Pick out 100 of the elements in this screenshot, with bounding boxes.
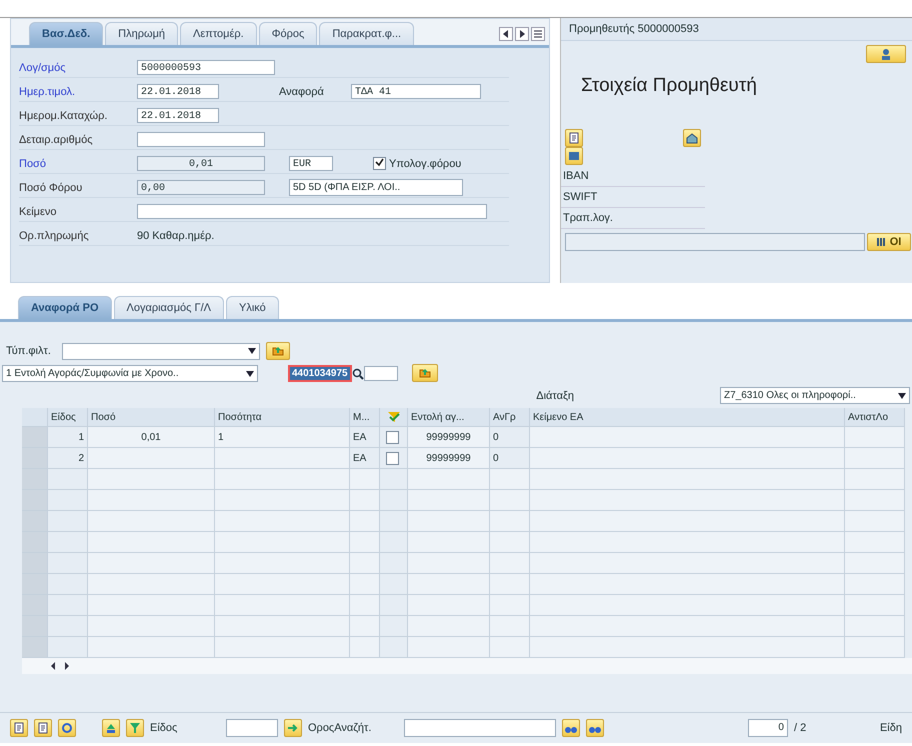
field-label: Ποσό Φόρου [19,182,84,194]
caret-icon[interactable] [246,370,254,376]
horizontal-scrollbar[interactable] [22,658,912,674]
table-cell: 99999999 [408,448,490,469]
table-cell: 99999999 [408,427,490,448]
field-label: Δεταιρ.αριθμός [19,134,94,146]
tab[interactable]: Υλικό [226,296,279,319]
filter-icon[interactable] [386,411,400,423]
tab[interactable]: Λεπτομέρ. [180,22,257,45]
date-field[interactable]: 22.01.2018 [137,108,219,123]
field-value: 90 Καθαρ.ημέρ. [137,230,214,242]
table-cell [490,574,530,595]
tab[interactable]: Αναφορά PO [18,296,112,319]
input-field[interactable] [565,233,865,251]
tab[interactable]: Παρακρατ.φ... [319,22,414,45]
columns-icon [876,237,887,247]
field-label: Είδη [880,722,902,734]
table-cell [350,553,380,574]
po-number-field[interactable]: 4401034975 [288,365,352,382]
input-field[interactable]: 0,01 [137,156,265,171]
search-field[interactable] [404,719,556,737]
table-cell: EA [350,427,380,448]
input-field[interactable]: 0,00 [137,180,265,195]
column-header[interactable]: Κείμενο ΕΑ [530,408,845,427]
go-icon[interactable] [284,719,302,737]
search-icon[interactable] [352,368,364,380]
table-cell [845,448,905,469]
input-field[interactable] [226,719,278,737]
input-field[interactable] [137,132,265,147]
scroll-left-button[interactable] [499,27,513,41]
caret-icon[interactable] [248,348,256,354]
card-icon[interactable] [565,147,583,165]
tab[interactable]: Φόρος [258,22,318,45]
binoculars-icon[interactable] [562,719,580,737]
columns-button[interactable]: OI [867,233,911,251]
column-header[interactable]: Εντολή αγ... [408,408,490,427]
checkbox[interactable] [386,430,398,444]
checkbox-label: Υπολογ.φόρου [389,158,462,170]
scroll-arrows-icon[interactable] [50,662,70,670]
table-cell [845,469,905,490]
table-cell [845,427,905,448]
table-cell [845,616,905,637]
table-cell [845,532,905,553]
table-cell [350,511,380,532]
page-field[interactable]: 0 [748,719,788,737]
table-cell [350,469,380,490]
column-header[interactable]: Μ... [350,408,380,427]
details-icon[interactable] [10,719,28,737]
table-cell [490,553,530,574]
field-label: Διάταξη [536,390,574,402]
table-cell [490,637,530,658]
house-icon[interactable] [683,129,701,147]
field-label: IBAN [561,166,705,187]
input-field[interactable]: 5000000593 [137,60,275,75]
person-icon[interactable] [866,45,906,63]
date-field[interactable]: 22.01.2018 [137,84,219,99]
field-label: Αναφορά [279,86,325,98]
tab[interactable]: Βασ.Δεδ. [29,22,104,45]
tab[interactable]: Λογαριασμός Γ/Λ [114,296,224,319]
table-cell [350,574,380,595]
binoculars-icon[interactable] [586,719,604,737]
document-type-dropdown[interactable]: 1 Εντολή Αγοράς/Συμφωνία με Χρονο.. [2,365,258,382]
field-label: ΟροςΑναζήτ. [308,722,372,734]
sort-icon[interactable] [102,719,120,737]
table-cell [350,532,380,553]
input-field[interactable] [364,366,398,381]
select-all-cell[interactable] [22,408,48,427]
layout-dropdown[interactable]: Z7_6310 Ολες οι πληροφορί.. [720,387,910,404]
table-cell: 0,01 [88,427,215,448]
caret-icon[interactable] [898,392,906,398]
document-icon[interactable] [565,129,583,147]
refresh-icon[interactable] [58,719,76,737]
column-header[interactable]: Ποσότητα [215,408,350,427]
field-label: Τραπ.λογ. [561,208,705,229]
input-field[interactable]: ΤΔΑ 41 [351,84,481,99]
field-label: SWIFT [561,187,705,208]
transfer-icon[interactable] [412,364,438,382]
table-cell [490,511,530,532]
filter-icon[interactable] [126,719,144,737]
checkbox[interactable] [386,452,398,464]
transfer-icon[interactable] [266,342,290,360]
table-cell [350,616,380,637]
tax-code-dropdown[interactable]: 5D 5D (ΦΠΑ ΕΙΣΡ. ΛΟΙ.. [289,179,463,196]
text-field[interactable] [137,204,487,219]
field-label: Κείμενο [19,206,58,218]
field-label: Είδος [150,722,178,734]
column-header[interactable]: Είδος [48,408,88,427]
checkbox[interactable] [373,157,386,170]
scroll-right-button[interactable] [515,27,529,41]
tab-list-button[interactable] [531,27,545,41]
document-icon[interactable] [34,719,52,737]
column-header[interactable]: ΑνΓρ [490,408,530,427]
field-label: Ημερομ.Καταχώρ. [19,110,108,122]
table-cell [845,574,905,595]
tab[interactable]: Πληρωμή [105,22,178,45]
currency-field[interactable]: EUR [289,156,333,171]
column-header[interactable]: ΑντιστΛο [845,408,905,427]
panel-title: Προμηθευτής 5000000593 [561,18,912,41]
column-header[interactable]: Ποσό [88,408,215,427]
table-cell [845,490,905,511]
